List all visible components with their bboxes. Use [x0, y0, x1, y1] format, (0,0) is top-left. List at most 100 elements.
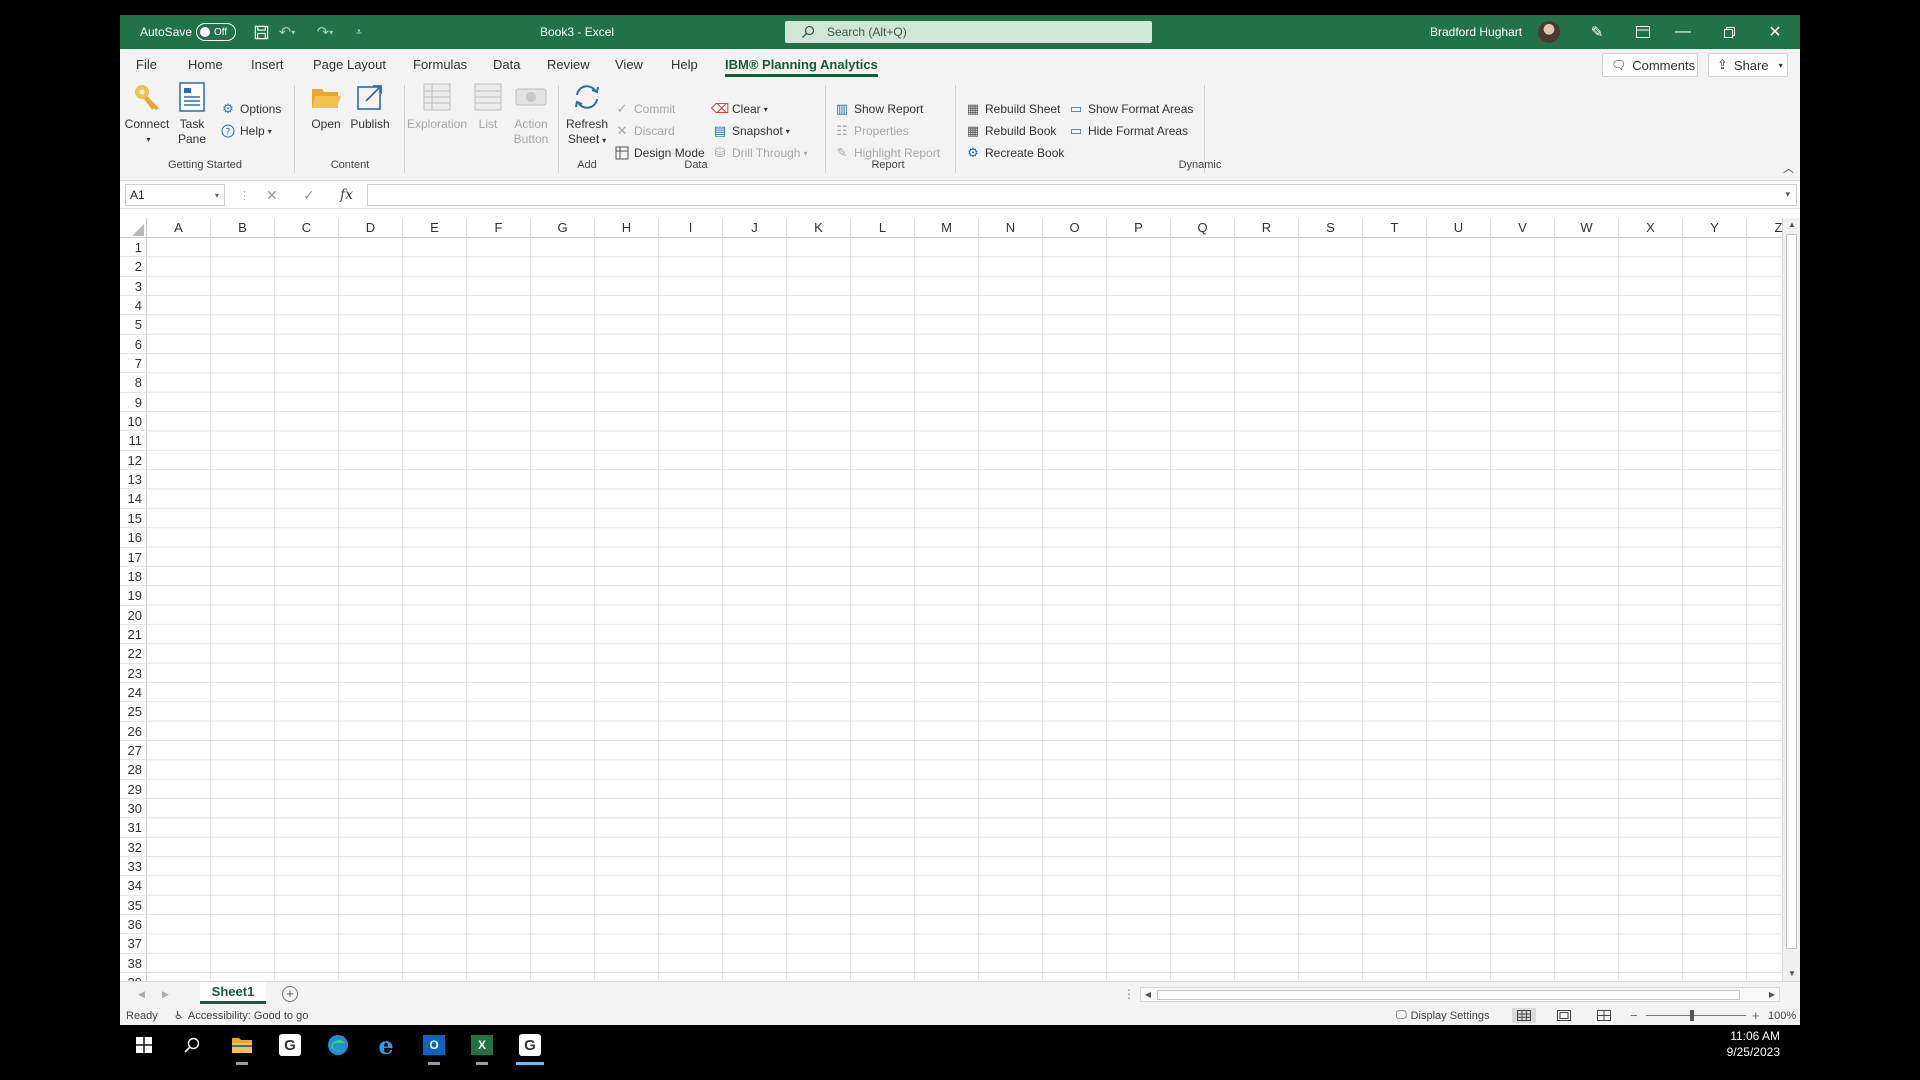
row-header[interactable]: 23 — [120, 663, 147, 683]
row-header[interactable]: 31 — [120, 818, 147, 838]
outlook-icon[interactable]: O — [410, 1025, 458, 1065]
user-name[interactable]: Bradford Hughart — [1430, 15, 1522, 49]
select-all-corner[interactable] — [120, 218, 147, 238]
column-header[interactable]: J — [723, 218, 787, 238]
row-header[interactable]: 4 — [120, 296, 147, 316]
row-header[interactable]: 39 — [120, 973, 147, 981]
sheet-tab-sheet1[interactable]: Sheet1 — [200, 982, 266, 1004]
row-header[interactable]: 6 — [120, 334, 147, 355]
add-sheet-icon[interactable]: + — [282, 986, 298, 1002]
column-header[interactable]: Z — [1747, 218, 1782, 238]
tab-help[interactable]: Help — [671, 49, 698, 79]
collapse-ribbon-icon[interactable]: ︿ — [1783, 160, 1794, 176]
row-header[interactable]: 30 — [120, 798, 147, 819]
column-header[interactable]: E — [403, 218, 467, 238]
undo-icon[interactable]: ↶ ▾ — [272, 15, 302, 49]
row-header[interactable]: 32 — [120, 837, 147, 857]
row-header[interactable]: 35 — [120, 895, 147, 916]
exploration-button[interactable]: Exploration — [405, 81, 469, 132]
column-header[interactable]: B — [211, 218, 275, 238]
zoom-out-icon[interactable]: − — [1630, 1006, 1638, 1025]
taskbar-search-icon[interactable] — [168, 1025, 216, 1065]
tab-data[interactable]: Data — [493, 49, 520, 79]
clear-button[interactable]: ⌫ Clear ▾ — [711, 99, 768, 119]
task-pane-button[interactable]: Task Pane — [172, 81, 212, 147]
row-header[interactable]: 2 — [120, 257, 147, 277]
scroll-left-icon[interactable]: ◀ — [1141, 988, 1155, 1001]
redo-icon[interactable]: ↷ ▾ — [310, 15, 340, 49]
connect-button[interactable]: Connect ▾ — [125, 81, 169, 147]
display-settings-button[interactable]: 🖵 Display Settings — [1396, 1006, 1489, 1025]
row-header[interactable]: 15 — [120, 508, 147, 529]
hscroll-thumb[interactable] — [1157, 990, 1740, 1000]
tab-view[interactable]: View — [615, 49, 643, 79]
share-button[interactable]: ⇪ Share ▾ — [1708, 53, 1788, 77]
column-header[interactable]: U — [1427, 218, 1491, 238]
row-header[interactable]: 27 — [120, 740, 147, 761]
column-header[interactable]: D — [339, 218, 403, 238]
google-app-icon[interactable]: G — [266, 1025, 314, 1065]
column-header[interactable]: I — [659, 218, 723, 238]
help-button[interactable]: ? Help ▾ — [220, 121, 272, 141]
row-header[interactable]: 18 — [120, 566, 147, 587]
row-header[interactable]: 29 — [120, 779, 147, 799]
active-cell[interactable] — [147, 238, 211, 258]
insert-function-icon[interactable]: fx — [340, 181, 353, 209]
tab-formulas[interactable]: Formulas — [413, 49, 467, 79]
internet-explorer-icon[interactable]: e — [362, 1025, 410, 1065]
row-header[interactable]: 7 — [120, 354, 147, 374]
zoom-level[interactable]: 100% — [1768, 1006, 1796, 1025]
enter-icon[interactable]: ✓ — [303, 181, 315, 209]
tab-insert[interactable]: Insert — [251, 49, 284, 79]
excel-taskbar-icon[interactable]: X — [458, 1025, 506, 1065]
splitter-icon[interactable]: ⋮ — [1123, 987, 1135, 1001]
row-header[interactable]: 24 — [120, 682, 147, 703]
rebuild-sheet-button[interactable]: ▦ Rebuild Sheet — [965, 99, 1061, 119]
row-header[interactable]: 37 — [120, 934, 147, 954]
row-header[interactable]: 10 — [120, 412, 147, 432]
row-header[interactable]: 8 — [120, 373, 147, 393]
restore-icon[interactable] — [1706, 15, 1752, 49]
column-header[interactable]: Y — [1683, 218, 1747, 238]
options-button[interactable]: ⚙ Options — [220, 99, 281, 119]
row-header[interactable]: 3 — [120, 276, 147, 297]
tab-ibm-planning-analytics[interactable]: IBM® Planning Analytics — [725, 49, 878, 79]
cancel-icon[interactable]: ✕ — [266, 181, 278, 209]
row-header[interactable]: 25 — [120, 702, 147, 722]
row-header[interactable]: 5 — [120, 315, 147, 335]
name-box[interactable]: A1 ▾ — [125, 184, 225, 206]
column-header[interactable]: H — [595, 218, 659, 238]
row-header[interactable]: 38 — [120, 953, 147, 974]
edge-browser-icon[interactable] — [314, 1025, 362, 1065]
column-header[interactable]: K — [787, 218, 851, 238]
minimize-icon[interactable]: — — [1660, 15, 1706, 49]
scroll-thumb[interactable] — [1786, 234, 1797, 949]
column-header[interactable]: G — [531, 218, 595, 238]
show-format-areas-button[interactable]: ▭ Show Format Areas — [1068, 99, 1194, 119]
accessibility-status[interactable]: ♿ Accessibility: Good to go — [174, 1006, 308, 1025]
page-break-view-icon[interactable] — [1592, 1008, 1616, 1023]
recreate-book-button[interactable]: ⚙ Recreate Book — [965, 143, 1064, 163]
column-header[interactable]: W — [1555, 218, 1619, 238]
row-header[interactable]: 20 — [120, 605, 147, 625]
next-sheet-icon[interactable]: ▶ — [162, 982, 169, 1007]
row-header[interactable]: 13 — [120, 470, 147, 490]
row-header[interactable]: 9 — [120, 392, 147, 413]
formula-input[interactable]: ▾ — [367, 184, 1797, 206]
scroll-down-icon[interactable]: ▼ — [1783, 967, 1800, 981]
autosave-toggle[interactable]: Off — [196, 23, 236, 41]
row-header[interactable]: 28 — [120, 760, 147, 780]
column-header[interactable]: O — [1043, 218, 1107, 238]
column-header[interactable]: S — [1299, 218, 1363, 238]
row-header[interactable]: 16 — [120, 528, 147, 548]
tab-page-layout[interactable]: Page Layout — [313, 49, 386, 79]
hide-format-areas-button[interactable]: ▭ Hide Format Areas — [1068, 121, 1188, 141]
row-header[interactable]: 34 — [120, 876, 147, 896]
snapshot-button[interactable]: ▤ Snapshot ▾ — [712, 121, 790, 141]
column-header[interactable]: N — [979, 218, 1043, 238]
tab-review[interactable]: Review — [547, 49, 590, 79]
column-header[interactable]: V — [1491, 218, 1555, 238]
row-header[interactable]: 17 — [120, 547, 147, 567]
column-header[interactable]: X — [1619, 218, 1683, 238]
tab-file[interactable]: File — [136, 49, 157, 79]
